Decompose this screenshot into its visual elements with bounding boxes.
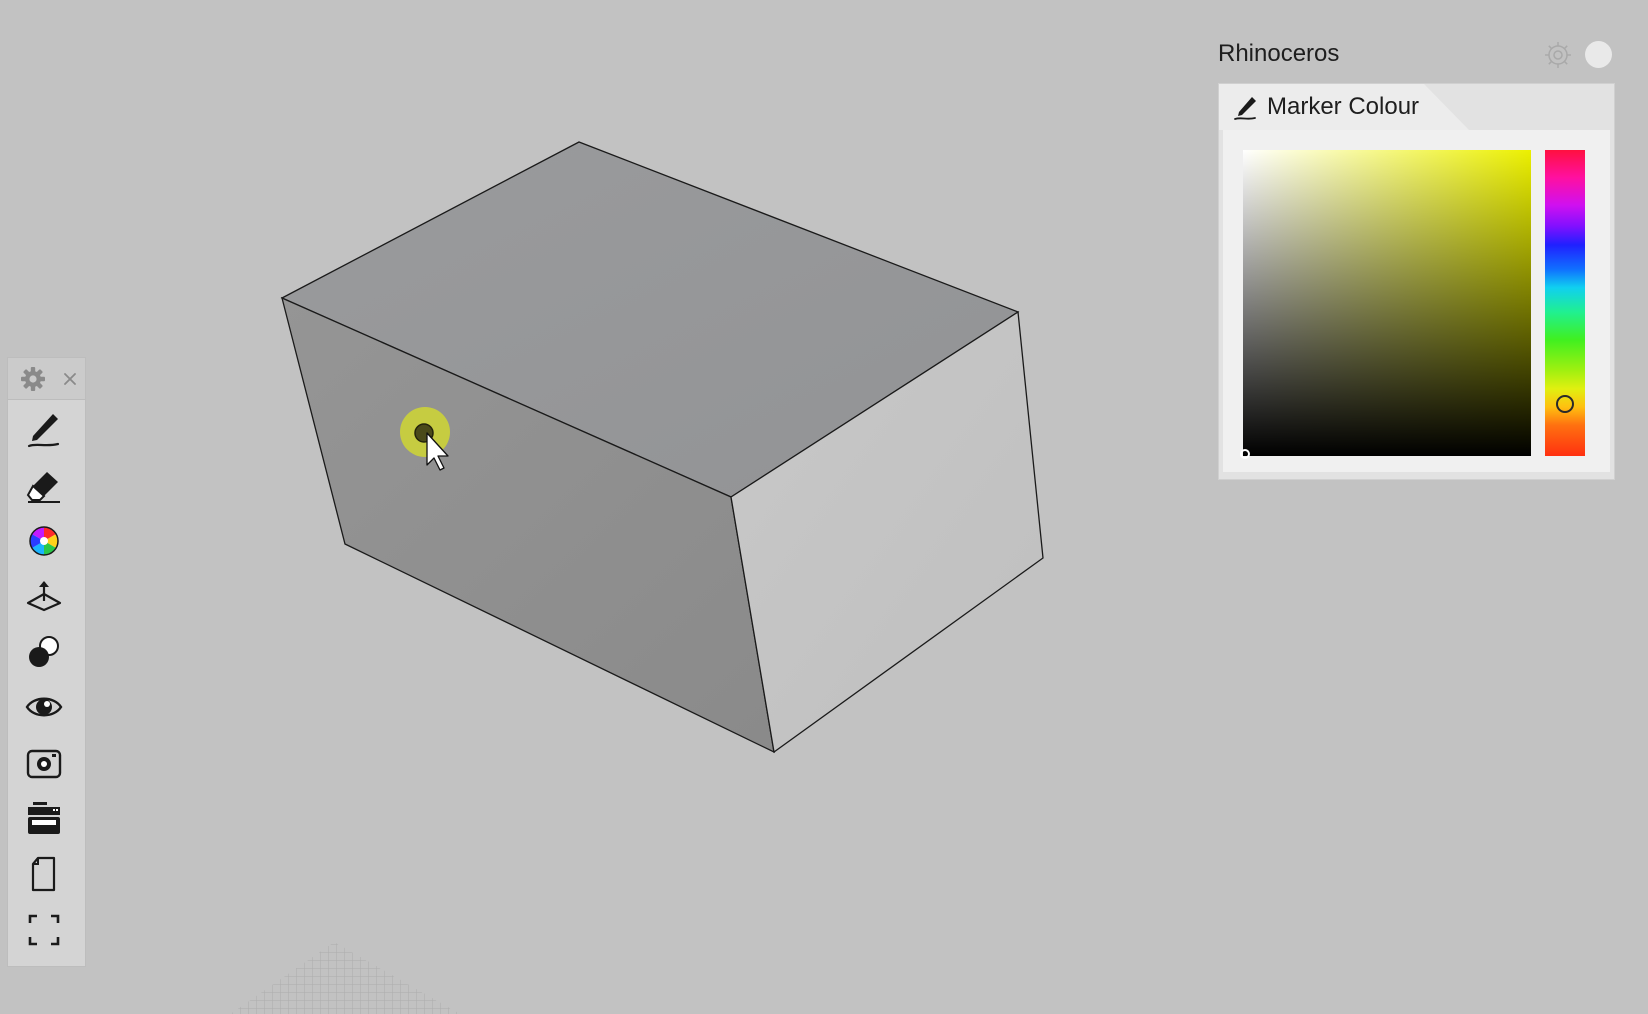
marker-colour-panel: Marker Colour [1218, 83, 1615, 480]
left-toolbar [7, 357, 86, 967]
page-tool[interactable] [17, 850, 71, 898]
fullscreen-tool[interactable] [17, 906, 71, 954]
plane-icon [26, 581, 62, 612]
capture-tool[interactable] [17, 739, 71, 787]
marker-tool[interactable] [17, 406, 71, 454]
saturation-value-field[interactable] [1240, 150, 1531, 459]
camera-icon [26, 749, 62, 779]
marker-pen-icon [27, 414, 60, 448]
tab-marker-colour[interactable]: Marker Colour [1219, 84, 1469, 130]
plane-tool[interactable] [17, 572, 71, 620]
toolbar-header [8, 358, 85, 400]
colour-picker [1223, 130, 1610, 472]
eraser-tool[interactable] [17, 462, 71, 510]
page-icon [31, 856, 56, 892]
hue-slider[interactable] [1545, 150, 1585, 456]
tab-label: Marker Colour [1267, 93, 1420, 120]
printer-tool[interactable] [17, 795, 71, 843]
shading-tool[interactable] [17, 628, 71, 676]
close-icon[interactable] [1585, 41, 1612, 68]
close-icon[interactable] [56, 365, 84, 393]
view-tool[interactable] [17, 683, 71, 731]
panel-title: Rhinoceros [1218, 40, 1340, 67]
gear-icon[interactable] [19, 365, 47, 393]
fullscreen-icon [28, 914, 60, 946]
eye-icon [25, 697, 63, 717]
hue-slider-handle[interactable] [1556, 395, 1574, 413]
colour-wheel-icon [29, 526, 59, 556]
ground-grid [230, 942, 460, 1014]
colour-tool[interactable] [17, 517, 71, 565]
saturation-value-handle[interactable] [1240, 449, 1250, 459]
gear-icon[interactable] [1542, 39, 1574, 71]
eraser-icon [26, 472, 60, 503]
box-object[interactable] [280, 141, 1044, 754]
marker-pen-icon [1234, 97, 1256, 120]
printer-icon [28, 802, 60, 834]
shading-spheres-icon [29, 636, 59, 667]
